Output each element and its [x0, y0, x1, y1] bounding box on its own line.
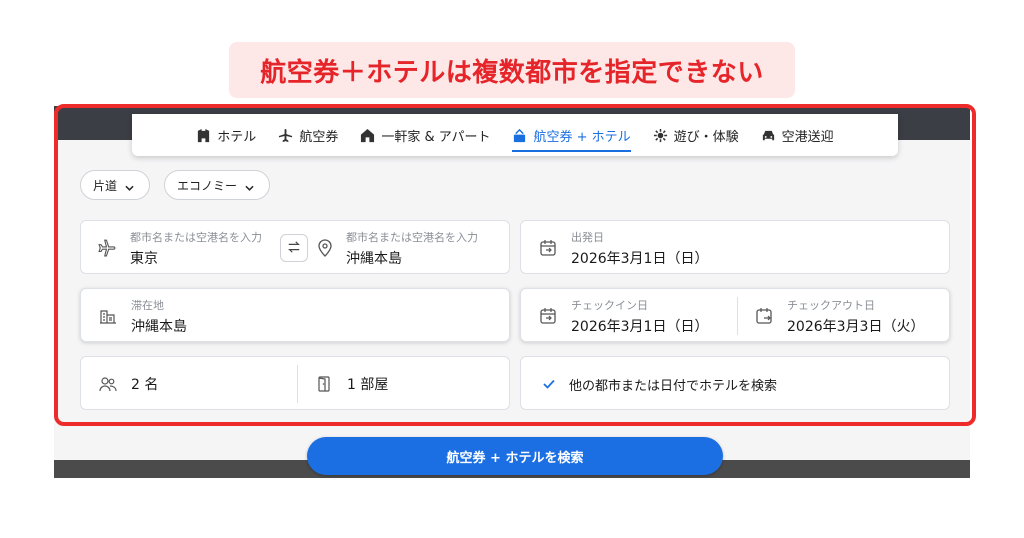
- other-city-checkbox[interactable]: [541, 376, 557, 392]
- checkin-date-label: チェックイン日: [571, 298, 648, 312]
- tab-flights[interactable]: 航空券: [278, 114, 338, 156]
- cabin-class-select[interactable]: エコノミー: [164, 170, 270, 200]
- departure-date-label: 出発日: [571, 230, 604, 244]
- other-city-option[interactable]: 他の都市または日付でホテルを検索: [520, 356, 950, 410]
- departure-date-field[interactable]: 出発日 2026年3月1日（日）: [520, 220, 950, 274]
- departure-plane-icon: [98, 239, 116, 257]
- destination-value: 沖縄本島: [346, 250, 402, 267]
- rooms-field[interactable]: 1 部屋: [315, 363, 505, 405]
- tab-label: 遊び・体験: [673, 129, 739, 145]
- trip-type-select[interactable]: 片道: [80, 170, 150, 200]
- tab-airport-transfer[interactable]: 空港送迎: [761, 114, 834, 156]
- stay-location-field[interactable]: 滞在地 沖縄本島: [80, 288, 510, 342]
- guests-value: 2 名: [131, 377, 159, 393]
- destination-field[interactable]: 都市名または空港名を入力 沖縄本島: [316, 226, 506, 270]
- tab-activities[interactable]: 遊び・体験: [653, 114, 739, 156]
- flight-hotel-icon: [512, 128, 527, 143]
- origin-field[interactable]: 都市名または空港名を入力 東京: [98, 226, 288, 270]
- calendar-icon: [539, 239, 557, 257]
- tab-label: 空港送迎: [781, 129, 834, 145]
- activities-icon: [653, 128, 668, 143]
- tab-label: 航空券: [299, 129, 339, 145]
- house-icon: [360, 128, 375, 143]
- departure-date-content: 出発日 2026年3月1日（日）: [539, 227, 708, 269]
- location-pin-icon: [316, 239, 334, 257]
- divider: [737, 297, 738, 335]
- departure-date-value: 2026年3月1日（日）: [571, 250, 709, 267]
- other-city-label: 他の都市または日付でホテルを検索: [569, 378, 778, 394]
- tab-label: 一軒家 & アパート: [381, 129, 491, 145]
- buildings-icon: [99, 307, 117, 325]
- checkout-date-label: チェックアウト日: [787, 298, 875, 312]
- airplane-icon: [278, 128, 293, 143]
- calendar-icon: [539, 307, 557, 325]
- people-icon: [99, 375, 117, 393]
- checkout-date-value: 2026年3月3日（火）: [787, 318, 925, 335]
- cabin-class-value: エコノミー: [177, 178, 238, 193]
- divider: [297, 365, 298, 403]
- annotation-banner: 航空券＋ホテルは複数都市を指定できない: [229, 42, 795, 98]
- tab-flight-hotel[interactable]: 航空券 + ホテル: [512, 114, 631, 156]
- search-button[interactable]: 航空券 + ホテルを検索: [307, 437, 723, 475]
- destination-placeholder: 都市名または空港名を入力: [346, 230, 478, 244]
- rooms-value: 1 部屋: [347, 377, 389, 393]
- checkout-date-field[interactable]: チェックアウト日 2026年3月3日（火）: [755, 295, 945, 337]
- tab-homes[interactable]: 一軒家 & アパート: [360, 114, 490, 156]
- chevron-down-icon: [245, 181, 254, 191]
- swap-icon: [287, 239, 301, 258]
- chevron-down-icon: [125, 181, 134, 191]
- door-icon: [315, 375, 333, 393]
- swap-button[interactable]: [280, 234, 308, 262]
- car-icon: [761, 128, 776, 143]
- stay-dates-card: チェックイン日 2026年3月1日（日） チェックアウト日 2026年3月3日（…: [520, 288, 950, 342]
- tab-label: 航空券 + ホテル: [533, 129, 631, 145]
- checkin-date-value: 2026年3月1日（日）: [571, 318, 709, 335]
- origin-value: 東京: [130, 250, 158, 267]
- occupancy-card: 2 名 1 部屋: [80, 356, 510, 410]
- guests-field[interactable]: 2 名: [99, 363, 289, 405]
- tab-hotel[interactable]: ホテル: [196, 114, 256, 156]
- origin-placeholder: 都市名または空港名を入力: [130, 230, 262, 244]
- annotation-banner-text: 航空券＋ホテルは複数都市を指定できない: [260, 57, 764, 88]
- search-button-label: 航空券 + ホテルを検索: [446, 450, 584, 466]
- stay-location-value: 沖縄本島: [131, 318, 187, 335]
- calendar-checkout-icon: [755, 307, 773, 325]
- product-tabs: ホテル 航空券 一軒家 & アパート 航空券 + ホテル 遊び・体験 空港送迎: [132, 114, 898, 156]
- search-widget: ホテル 航空券 一軒家 & アパート 航空券 + ホテル 遊び・体験 空港送迎 …: [54, 106, 970, 478]
- tab-label: ホテル: [217, 129, 257, 145]
- page: 航空券＋ホテルは複数都市を指定できない ホテル 航空券 一軒家 & アパート 航…: [0, 0, 1024, 538]
- checkin-date-field[interactable]: チェックイン日 2026年3月1日（日）: [539, 295, 729, 337]
- other-city-content: 他の都市または日付でホテルを検索: [541, 363, 777, 405]
- stay-location-content: 滞在地 沖縄本島: [99, 295, 187, 337]
- hotel-icon: [196, 128, 211, 143]
- trip-type-value: 片道: [93, 178, 118, 193]
- stay-location-label: 滞在地: [131, 298, 164, 312]
